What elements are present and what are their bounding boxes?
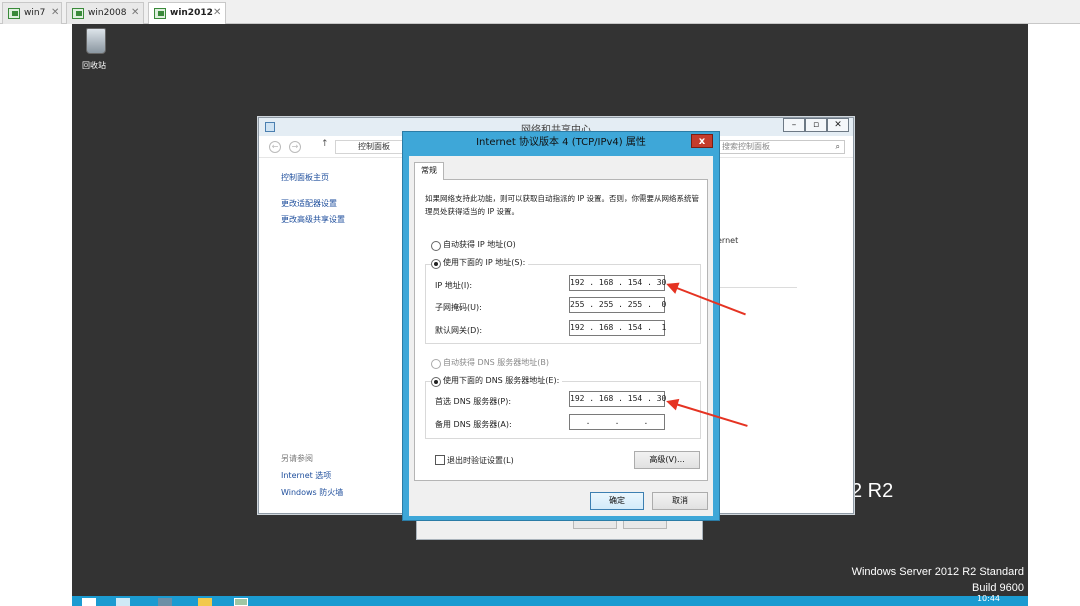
recycle-bin-label: 回收站 [82, 61, 106, 70]
dialog-close-button[interactable]: x [691, 134, 713, 148]
taskbar: 10:44 [72, 594, 1028, 606]
close-icon[interactable]: ✕ [51, 7, 59, 18]
ip-auto-label: 自动获得 IP 地址(O) [443, 240, 516, 249]
ip-address-label: IP 地址(I): [435, 281, 473, 290]
dns-auto-radio[interactable]: 自动获得 DNS 服务器地址(B) [431, 358, 550, 369]
host-tab-strip: win7 ✕ win2008 ✕ win2012 ✕ [0, 0, 1080, 24]
vm-icon [72, 8, 84, 19]
subnet-mask-label: 子网掩码(U): [435, 303, 482, 312]
clock[interactable]: 10:44 [977, 594, 1000, 603]
explorer-icon[interactable] [198, 598, 212, 606]
close-icon[interactable]: ✕ [213, 7, 221, 18]
connection-text-fragment: ernet [717, 236, 739, 245]
back-icon[interactable]: ← [269, 141, 281, 153]
dns-manual-label: 使用下面的 DNS 服务器地址(E): [443, 376, 560, 385]
start-icon[interactable] [82, 598, 96, 606]
edition-watermark: Windows Server 2012 R2 Standard Build 96… [852, 564, 1024, 596]
preferred-dns-label: 首选 DNS 服务器(P): [435, 397, 512, 406]
up-icon[interactable]: ↑ [321, 139, 329, 149]
recycle-bin-icon [86, 28, 106, 54]
left-nav: 控制面板主页 更改适配器设置 更改高级共享设置 [281, 170, 345, 228]
ip-manual-radio[interactable]: 使用下面的 IP 地址(S): [431, 258, 529, 269]
ip-address-input[interactable]: 192 . 168 . 154 . 30 [569, 275, 666, 291]
dns-auto-label: 自动获得 DNS 服务器地址(B) [443, 358, 550, 367]
vm-console: 回收站 2 R2 Windows Server 2012 R2 Standard… [0, 24, 1080, 606]
tab-label: win2012 [170, 8, 213, 18]
gateway-label: 默认网关(D): [435, 326, 483, 335]
divider [717, 287, 797, 288]
tab-general[interactable]: 常规 [414, 162, 444, 180]
vm-icon [8, 8, 20, 19]
tab-win2012[interactable]: win2012 ✕ [148, 2, 226, 24]
see-also-header: 另请参阅 [281, 454, 313, 463]
internet-options-link[interactable]: Internet 选项 [281, 467, 343, 484]
ip-auto-radio[interactable]: 自动获得 IP 地址(O) [431, 240, 516, 251]
alternate-dns-label: 备用 DNS 服务器(A): [435, 420, 512, 429]
close-icon[interactable]: ✕ [131, 7, 139, 18]
dns-settings-group [425, 381, 701, 439]
edition-name: Windows Server 2012 R2 Standard [851, 566, 1024, 578]
search-placeholder: 搜索控制面板 [722, 142, 770, 151]
app-icon [265, 122, 275, 132]
cancel-button[interactable]: 取消 [652, 492, 708, 510]
gateway-input[interactable]: 192 . 168 . 154 . 1 [569, 320, 666, 336]
breadcrumb-label: 控制面板 [358, 142, 390, 151]
ok-button[interactable]: 确定 [590, 492, 644, 510]
minimize-button[interactable]: – [783, 118, 805, 132]
validate-on-exit-checkbox[interactable]: 退出时验证设置(L) [435, 455, 514, 466]
vm-icon [154, 8, 166, 19]
subnet-mask-input[interactable]: 255 . 255 . 255 . 0 [569, 297, 666, 313]
general-panel: 如果网络支持此功能，则可以获取自动指派的 IP 设置。否则，你需要从网络系统管理… [414, 179, 708, 481]
control-panel-home-link[interactable]: 控制面板主页 [281, 170, 345, 186]
alternate-dns-input[interactable]: . . . [569, 414, 665, 430]
server-manager-icon[interactable] [116, 598, 130, 606]
close-button[interactable]: ✕ [827, 118, 849, 132]
tab-label: win7 [24, 8, 46, 18]
desktop-watermark: 2 R2 [851, 480, 894, 502]
advanced-button[interactable]: 高级(V)... [634, 451, 700, 469]
change-advanced-sharing-link[interactable]: 更改高级共享设置 [281, 212, 345, 228]
validate-on-exit-label: 退出时验证设置(L) [447, 456, 514, 465]
see-also: 另请参阅 Internet 选项 Windows 防火墙 [281, 450, 343, 501]
tab-win2008[interactable]: win2008 ✕ [66, 2, 144, 24]
windows-firewall-link[interactable]: Windows 防火墙 [281, 484, 343, 501]
powershell-icon[interactable] [158, 598, 172, 606]
search-input[interactable]: 搜索控制面板 ⌕ [715, 140, 845, 154]
dns-manual-radio[interactable]: 使用下面的 DNS 服务器地址(E): [431, 376, 563, 387]
description-text: 如果网络支持此功能，则可以获取自动指派的 IP 设置。否则，你需要从网络系统管理… [425, 194, 700, 216]
search-icon: ⌕ [835, 142, 840, 151]
dialog-body: 常规 如果网络支持此功能，则可以获取自动指派的 IP 设置。否则，你需要从网络系… [409, 156, 713, 516]
forward-icon[interactable]: → [289, 141, 301, 153]
recycle-bin[interactable]: 回收站 [82, 28, 110, 71]
tab-label: win2008 [88, 8, 127, 18]
preferred-dns-input[interactable]: 192 . 168 . 154 . 30 [569, 391, 666, 407]
tab-win7[interactable]: win7 ✕ [2, 2, 62, 24]
guest-desktop: 回收站 2 R2 Windows Server 2012 R2 Standard… [72, 24, 1028, 606]
maximize-button[interactable]: ▫ [805, 118, 827, 132]
ip-manual-label: 使用下面的 IP 地址(S): [443, 258, 526, 267]
change-adapter-settings-link[interactable]: 更改适配器设置 [281, 196, 345, 212]
dialog-title: Internet 协议版本 4 (TCP/IPv4) 属性 [476, 137, 646, 148]
control-panel-icon[interactable] [234, 598, 248, 606]
tcpipv4-properties-dialog: Internet 协议版本 4 (TCP/IPv4) 属性 x 常规 如果网络支… [402, 131, 720, 521]
